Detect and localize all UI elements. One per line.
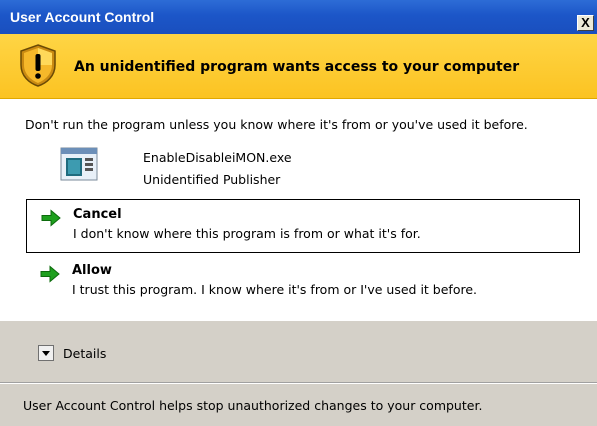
program-name: EnableDisableiMON.exe	[143, 150, 292, 165]
close-icon: X	[581, 15, 590, 30]
window-title: User Account Control	[10, 9, 155, 25]
close-button[interactable]: X	[577, 15, 594, 31]
chevron-down-icon	[42, 351, 50, 356]
warning-banner: An unidentified program wants access to …	[0, 34, 597, 99]
cancel-title: Cancel	[73, 207, 122, 222]
details-label[interactable]: Details	[63, 346, 106, 361]
cancel-description: I don't know where this program is from …	[73, 226, 421, 241]
green-arrow-icon	[40, 265, 60, 286]
allow-description: I trust this program. I know where it's …	[72, 282, 478, 297]
footer-info-text: User Account Control helps stop unauthor…	[23, 398, 483, 413]
publisher-label: Unidentified Publisher	[143, 172, 281, 187]
shield-warning-icon	[18, 43, 58, 90]
allow-title: Allow	[72, 263, 112, 278]
details-expand-button[interactable]	[38, 345, 54, 361]
allow-option[interactable]: Allow I trust this program. I know where…	[26, 256, 580, 310]
banner-headline: An unidentified program wants access to …	[74, 59, 520, 75]
green-arrow-icon	[41, 209, 61, 230]
program-window-icon	[60, 147, 98, 184]
title-bar[interactable]: User Account Control X	[0, 0, 597, 34]
footer-divider	[0, 382, 597, 384]
cancel-option[interactable]: Cancel I don't know where this program i…	[26, 199, 580, 253]
warning-message: Don't run the program unless you know wh…	[25, 117, 528, 132]
